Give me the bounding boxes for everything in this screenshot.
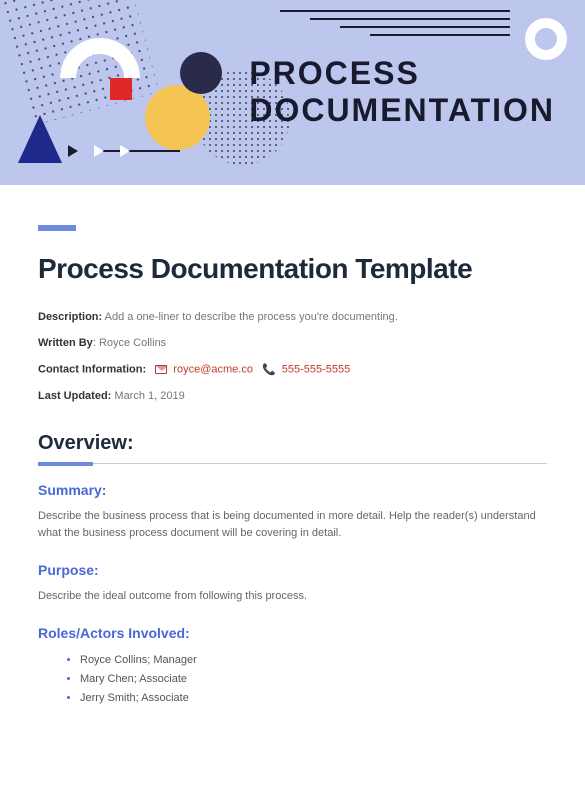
description-label: Description:	[38, 311, 102, 323]
email-icon	[155, 365, 167, 374]
accent-bar	[38, 225, 76, 231]
purpose-heading: Purpose:	[38, 562, 547, 578]
roles-list: Royce Collins; Manager Mary Chen; Associ…	[38, 651, 547, 707]
summary-body: Describe the business process that is be…	[38, 508, 547, 542]
navy-circle-decoration	[180, 52, 222, 94]
purpose-body: Describe the ideal outcome from followin…	[38, 588, 547, 605]
list-item: Mary Chen; Associate	[80, 670, 547, 689]
last-updated-row: Last Updated: March 1, 2019	[38, 390, 547, 402]
summary-heading: Summary:	[38, 482, 547, 498]
banner: PROCESS DOCUMENTATION	[0, 0, 585, 185]
contact-phone: 555-555-5555	[282, 363, 351, 375]
description-value: Add a one-liner to describe the process …	[105, 311, 398, 323]
contact-row: Contact Information: royce@acme.co 📞 555…	[38, 363, 547, 376]
overview-heading: Overview:	[38, 432, 547, 455]
list-item: Royce Collins; Manager	[80, 651, 547, 670]
red-square-decoration	[110, 78, 132, 100]
last-updated-label: Last Updated:	[38, 390, 111, 402]
written-by-value: Royce Collins	[99, 337, 166, 349]
contact-email: royce@acme.co	[173, 363, 253, 375]
banner-title: PROCESS DOCUMENTATION	[249, 55, 555, 129]
banner-title-line1: PROCESS	[249, 55, 555, 92]
contact-label: Contact Information:	[38, 363, 146, 375]
blue-triangle-decoration	[18, 115, 62, 163]
yellow-circle-decoration	[145, 85, 210, 150]
banner-title-line2: DOCUMENTATION	[249, 92, 555, 129]
document-title: Process Documentation Template	[38, 253, 547, 285]
written-by-label: Written By	[38, 337, 93, 349]
document-body: Process Documentation Template Descripti…	[0, 185, 585, 707]
ring-icon	[525, 18, 567, 60]
written-by-row: Written By: Royce Collins	[38, 337, 547, 349]
roles-heading: Roles/Actors Involved:	[38, 625, 547, 641]
section-rule	[38, 463, 547, 464]
list-item: Jerry Smith; Associate	[80, 689, 547, 708]
last-updated-value: March 1, 2019	[114, 390, 184, 402]
play-triangles-decoration	[68, 145, 130, 157]
description-row: Description: Add a one-liner to describe…	[38, 311, 547, 323]
phone-icon: 📞	[262, 363, 276, 376]
diagonal-lines-decoration	[280, 10, 510, 42]
